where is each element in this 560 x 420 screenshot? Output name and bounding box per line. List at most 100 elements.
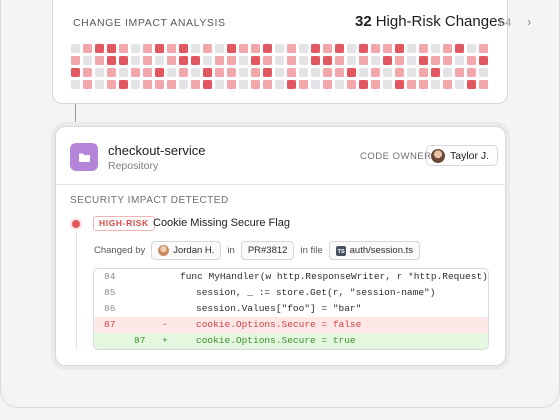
heatmap-cell — [287, 80, 296, 89]
heatmap-cell — [359, 56, 368, 65]
author-avatar — [158, 245, 170, 256]
heatmap-cell — [359, 80, 368, 89]
heatmap-cell — [155, 56, 164, 65]
diff-sign: - — [162, 319, 168, 330]
heatmap-cell — [455, 68, 464, 77]
heatmap-cell — [395, 68, 404, 77]
code-line: 87 - cookie.Options.Secure = false — [94, 317, 488, 333]
repository-type: Repository — [108, 160, 159, 172]
heatmap-cell — [359, 44, 368, 53]
folder-icon — [70, 143, 98, 171]
heatmap-cell — [215, 44, 224, 53]
heatmap-cell — [239, 56, 248, 65]
heatmap-cell — [455, 80, 464, 89]
heatmap-cell — [179, 56, 188, 65]
heatmap-cell — [431, 56, 440, 65]
heatmap-cell — [359, 68, 368, 77]
chevron-right-icon[interactable]: › — [527, 14, 531, 29]
heatmap-cell — [299, 44, 308, 53]
code-text: func MyHandler(w http.ResponseWriter, r … — [180, 271, 489, 282]
heatmap-cell — [167, 44, 176, 53]
heatmap-cell — [431, 80, 440, 89]
code-text: session.Values["foo"] = "bar" — [196, 303, 362, 314]
pull-request-chip[interactable]: PR#3812 — [240, 241, 295, 260]
timeline-line — [75, 231, 77, 349]
code-line: 85 session, _ := store.Get(r, "session-na… — [94, 285, 488, 301]
heatmap-cell — [71, 68, 80, 77]
heatmap-cell — [131, 80, 140, 89]
issue-title[interactable]: Cookie Missing Secure Flag — [153, 217, 290, 229]
code-text: cookie.Options.Secure = true — [196, 335, 356, 346]
high-risk-badge: HIGH-RISK — [93, 216, 155, 231]
heatmap-cell — [239, 80, 248, 89]
high-risk-number: 32 — [355, 13, 372, 30]
heatmap-cell — [443, 56, 452, 65]
heatmap-cell — [299, 80, 308, 89]
heatmap-cell — [227, 56, 236, 65]
heatmap-cell — [95, 68, 104, 77]
heatmap-cell — [263, 80, 272, 89]
high-risk-label: High-Risk Changes — [375, 13, 505, 30]
change-meta: Changed by Jordan H. in PR#3812 in file … — [94, 241, 421, 260]
heatmap-cell — [311, 68, 320, 77]
heatmap-cell — [395, 44, 404, 53]
author-chip[interactable]: Jordan H. — [151, 241, 222, 260]
heatmap-cell — [203, 44, 212, 53]
heatmap-cell — [287, 44, 296, 53]
heatmap-cell — [191, 80, 200, 89]
high-risk-count[interactable]: 32 High-Risk Changes — [355, 13, 505, 30]
total-changes: 64 — [499, 17, 512, 29]
heatmap-cell — [215, 80, 224, 89]
heatmap-cell — [83, 68, 92, 77]
heatmap-cell — [311, 44, 320, 53]
heatmap-cell — [347, 68, 356, 77]
heatmap-cell — [95, 56, 104, 65]
heatmap-cell — [251, 44, 260, 53]
heatmap-cell — [131, 44, 140, 53]
heatmap-cell — [131, 68, 140, 77]
heatmap-cell — [431, 68, 440, 77]
security-impact-label: SECURITY IMPACT DETECTED — [70, 195, 229, 206]
author-name: Jordan H. — [173, 245, 215, 256]
heatmap-cell — [71, 80, 80, 89]
heatmap-cell — [407, 80, 416, 89]
heatmap-cell — [203, 80, 212, 89]
old-line-number: 84 — [104, 271, 116, 282]
heatmap-cell — [227, 44, 236, 53]
heatmap-cell — [299, 68, 308, 77]
heatmap-cell — [371, 68, 380, 77]
heatmap-cell — [371, 44, 380, 53]
heatmap-cell — [467, 56, 476, 65]
code-owner-name: Taylor J. — [450, 149, 490, 162]
heatmap-cell — [383, 80, 392, 89]
heatmap-cell — [443, 80, 452, 89]
heatmap-cell — [215, 56, 224, 65]
heatmap-cell — [467, 80, 476, 89]
heatmap-cell — [431, 44, 440, 53]
heatmap-cell — [119, 80, 128, 89]
heatmap-cell — [443, 68, 452, 77]
heatmap-cell — [119, 44, 128, 53]
code-owner-chip[interactable]: Taylor J. — [426, 145, 499, 166]
heatmap-cell — [467, 44, 476, 53]
avatar — [431, 148, 445, 163]
heatmap-cell — [335, 44, 344, 53]
heatmap-cell — [347, 56, 356, 65]
heatmap-cell — [83, 44, 92, 53]
file-chip[interactable]: TS auth/session.ts — [328, 241, 421, 260]
heatmap-cell — [167, 80, 176, 89]
heatmap-cell — [371, 56, 380, 65]
new-line-number: 87 — [134, 335, 146, 346]
heatmap-cell — [275, 44, 284, 53]
repository-name[interactable]: checkout-service — [108, 143, 206, 158]
heatmap-cell — [95, 44, 104, 53]
code-line: 87 + cookie.Options.Secure = true — [94, 333, 488, 349]
heatmap-cell — [203, 56, 212, 65]
heatmap-cell — [383, 56, 392, 65]
heatmap-cell — [275, 68, 284, 77]
diff-sign: + — [162, 335, 168, 346]
heatmap-cell — [107, 68, 116, 77]
heatmap-cell — [71, 56, 80, 65]
heatmap-cell — [323, 80, 332, 89]
heatmap-cell — [335, 80, 344, 89]
